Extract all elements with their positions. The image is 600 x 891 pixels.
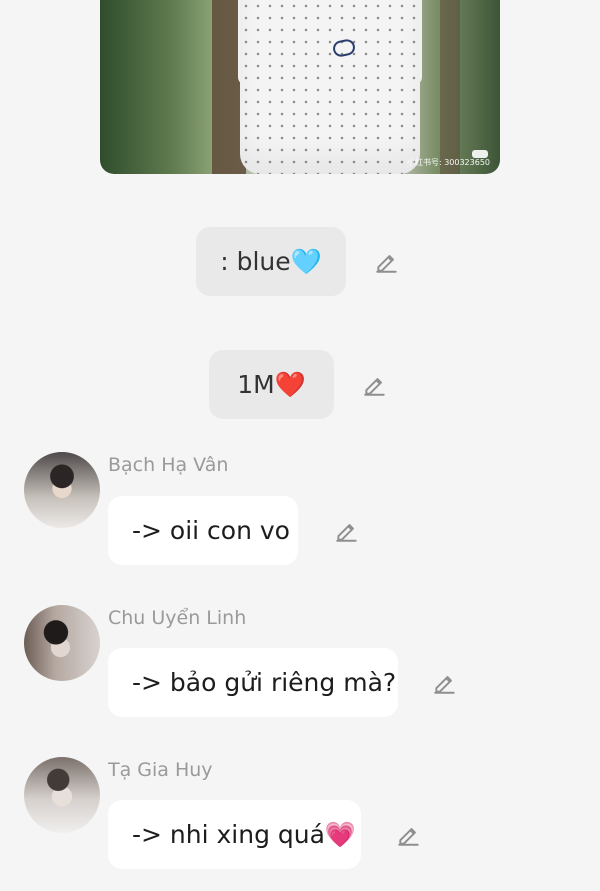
post-photo: 小红书号: 300323650 — [100, 0, 500, 174]
avatar[interactable] — [24, 452, 100, 528]
pencil-edit-icon[interactable] — [334, 518, 360, 544]
message-pill-1: : blue🩵 — [196, 227, 346, 296]
comment-author: Bạch Hạ Vân — [108, 454, 229, 476]
photo-watermark: 小红书号: 300323650 — [406, 158, 490, 167]
comment-bubble: -> bảo gửi riêng mà? — [108, 648, 398, 717]
message-row-1: : blue🩵 — [196, 227, 400, 296]
comment-bubble: -> nhi xing quá💗 — [108, 800, 361, 869]
comment-row-2: Chu Uyển Linh -> bảo gửi riêng mà? — [24, 605, 584, 719]
message-row-2: 1M❤️ — [209, 350, 388, 419]
pencil-edit-icon[interactable] — [374, 249, 400, 275]
comment-row-3: Tạ Gia Huy -> nhi xing quá💗 — [24, 757, 584, 871]
pencil-edit-icon[interactable] — [362, 372, 388, 398]
avatar[interactable] — [24, 757, 100, 833]
polka-dot-shirt — [240, 0, 420, 174]
comment-bubble: -> oii con vo — [108, 496, 298, 565]
message-pill-2: 1M❤️ — [209, 350, 334, 419]
avatar[interactable] — [24, 605, 100, 681]
pencil-edit-icon[interactable] — [432, 670, 458, 696]
comment-row-1: Bạch Hạ Vân -> oii con vo — [24, 452, 584, 566]
tree-trunk-right — [440, 0, 460, 174]
comment-author: Tạ Gia Huy — [108, 759, 213, 781]
pencil-edit-icon[interactable] — [396, 822, 422, 848]
comment-author: Chu Uyển Linh — [108, 607, 247, 629]
